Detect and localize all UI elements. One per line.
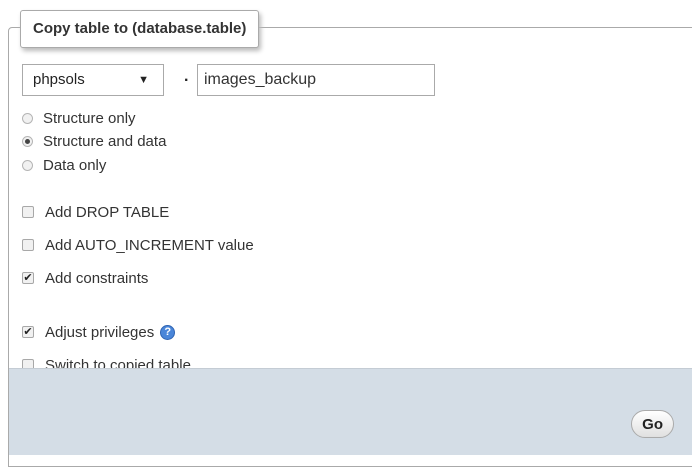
radio-structure-and-data[interactable]: Structure and data	[22, 131, 166, 151]
checkbox-checked[interactable]: ✔	[22, 326, 34, 338]
database-select[interactable]: phpsols ▼	[22, 64, 164, 96]
checkbox[interactable]	[22, 239, 34, 251]
checkbox-label: Add constraints	[45, 269, 149, 287]
chevron-down-icon: ▼	[138, 74, 149, 86]
option-add-drop-table[interactable]: Add DROP TABLE	[22, 202, 169, 222]
checkbox-label: Add DROP TABLE	[45, 203, 170, 221]
option-adjust-privileges[interactable]: ✔ Adjust privileges ?	[22, 322, 176, 342]
radio-label: Structure and data	[43, 132, 167, 150]
form-footer: Go	[9, 368, 692, 455]
checkbox-checked[interactable]: ✔	[22, 272, 34, 284]
radio-button[interactable]	[22, 135, 33, 147]
radio-structure-only[interactable]: Structure only	[22, 108, 136, 128]
checkbox-label: Adjust privileges	[45, 323, 155, 341]
radio-button[interactable]	[22, 112, 33, 124]
database-select-value: phpsols	[33, 71, 85, 88]
table-name-input[interactable]	[197, 64, 435, 96]
radio-button[interactable]	[22, 159, 33, 171]
radio-label: Structure only	[43, 109, 136, 127]
fieldset-legend: Copy table to (database.table)	[20, 10, 260, 48]
option-add-constraints[interactable]: ✔ Add constraints	[22, 268, 148, 288]
checkbox-label: Add AUTO_INCREMENT value	[45, 236, 254, 254]
help-icon[interactable]: ?	[160, 324, 176, 340]
option-add-auto-increment[interactable]: Add AUTO_INCREMENT value	[22, 235, 254, 255]
database-table-separator: .	[184, 68, 189, 85]
go-button[interactable]: Go	[631, 410, 674, 438]
radio-label: Data only	[43, 156, 107, 174]
radio-data-only[interactable]: Data only	[22, 155, 106, 175]
checkbox[interactable]	[22, 206, 34, 218]
